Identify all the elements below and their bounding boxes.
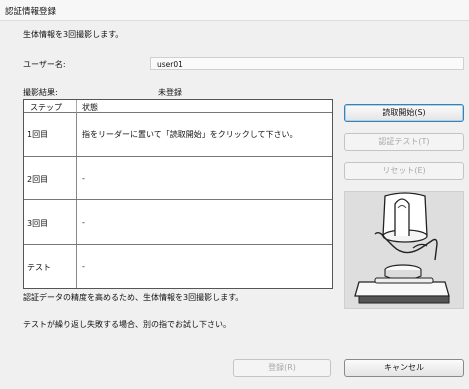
username-field: user01: [150, 57, 464, 70]
status-cell: -: [82, 174, 85, 183]
start-reading-button[interactable]: 読取開始(S): [344, 104, 464, 122]
instruction-text: 生体情報を3回撮影します。: [23, 30, 124, 39]
step-cell: 2回目: [27, 175, 49, 184]
note-accuracy: 認証データの精度を高めるため、生体情報を3回撮影します。: [23, 293, 244, 302]
capture-status: 未登録: [158, 88, 182, 97]
reset-button[interactable]: リセット(E): [344, 162, 464, 180]
fingerprint-reader-icon: [354, 192, 450, 304]
username-label: ユーザー名:: [23, 60, 66, 69]
status-cell: -: [82, 262, 85, 271]
table-row: 3回目 -: [24, 200, 332, 245]
window-title: 認証情報登録: [5, 7, 57, 17]
status-cell: -: [82, 218, 85, 227]
cancel-button[interactable]: キャンセル: [344, 359, 464, 377]
step-cell: 1回目: [27, 130, 49, 139]
table-row: 1回目 指をリーダーに置いて「読取開始」をクリックして下さい。: [24, 112, 332, 157]
step-cell: 3回目: [27, 219, 49, 228]
title-bar: 認証情報登録: [0, 0, 469, 21]
status-cell: 指をリーダーに置いて「読取開始」をクリックして下さい。: [82, 130, 298, 139]
steps-table: ステップ 状態 1回目 指をリーダーに置いて「読取開始」をクリックして下さい。 …: [23, 99, 333, 289]
auth-test-button[interactable]: 認証テスト(T): [344, 133, 464, 151]
register-button[interactable]: 登録(R): [233, 359, 331, 377]
note-retry: テストが繰り返し失敗する場合、別の指でお試し下さい。: [23, 320, 231, 329]
table-row: テスト -: [24, 245, 332, 288]
fingerprint-reader-illustration: [344, 191, 464, 309]
table-row: 2回目 -: [24, 157, 332, 200]
step-cell: テスト: [27, 263, 51, 272]
capture-result-label: 撮影結果:: [23, 88, 58, 97]
